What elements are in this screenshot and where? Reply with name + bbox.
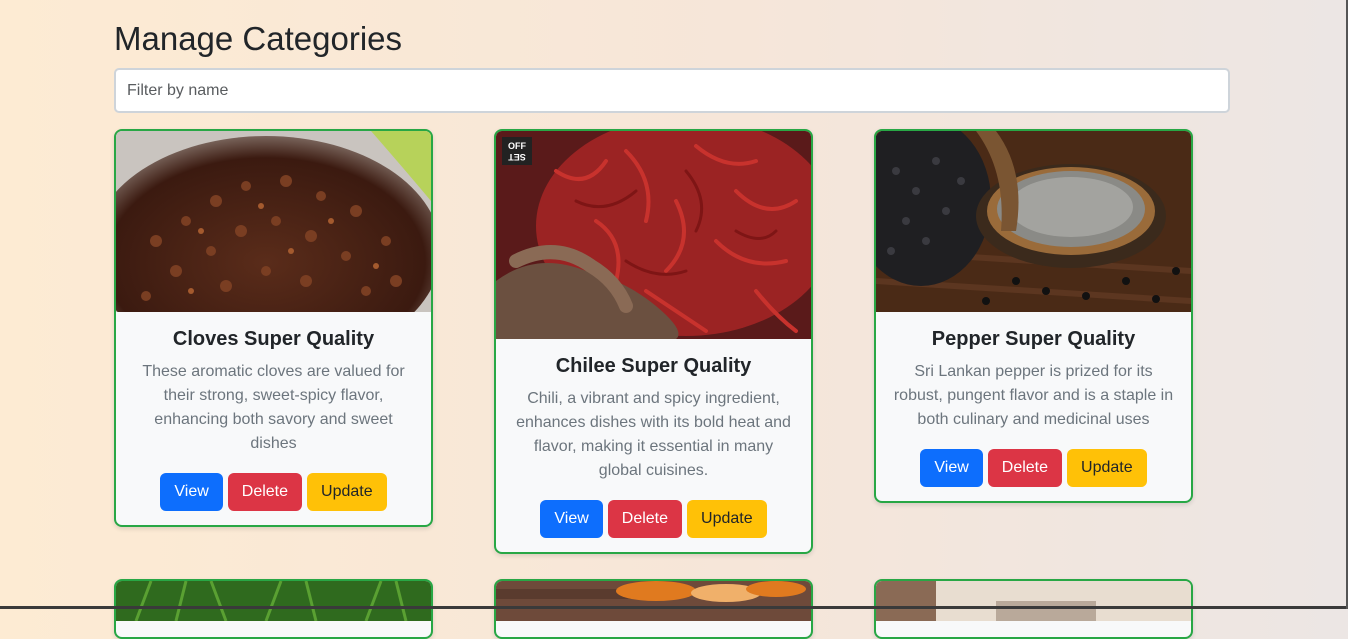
category-card-row2-3 [874, 579, 1193, 639]
delete-button[interactable]: Delete [987, 449, 1063, 487]
category-card-cloves: Cloves Super Quality These aromatic clov… [114, 129, 433, 527]
delete-button[interactable]: Delete [607, 500, 683, 538]
card-actions: View Delete Update [132, 473, 415, 511]
view-button[interactable]: View [160, 473, 223, 511]
svg-text:SET: SET [508, 152, 526, 162]
category-card-chili: OFF SET Chilee Super Quality Chili, a vi… [494, 129, 813, 554]
green-leaves-image [116, 581, 431, 621]
update-button[interactable]: Update [687, 500, 767, 538]
card-description: These aromatic cloves are valued for the… [142, 363, 405, 452]
update-button[interactable]: Update [307, 473, 387, 511]
update-button[interactable]: Update [1067, 449, 1147, 487]
svg-text:OFF: OFF [508, 141, 526, 151]
category-card-pepper: Pepper Super Quality Sri Lankan pepper i… [874, 129, 1193, 503]
card-title: Chilee Super Quality [555, 355, 752, 377]
card-description: Chili, a vibrant and spicy ingredient, e… [516, 390, 791, 479]
spice-jar-image [876, 581, 1191, 621]
card-title: Cloves Super Quality [172, 328, 375, 350]
pepper-image [876, 131, 1191, 312]
category-card-row2-1 [114, 579, 433, 639]
card-actions: View Delete Update [892, 449, 1175, 487]
card-description: Sri Lankan pepper is prized for its robu… [893, 363, 1174, 428]
card-title: Pepper Super Quality [931, 328, 1136, 350]
delete-button[interactable]: Delete [227, 473, 303, 511]
turmeric-image [496, 581, 811, 621]
card-actions: View Delete Update [512, 500, 795, 538]
category-card-row2-2 [494, 579, 813, 639]
filter-input[interactable] [114, 68, 1230, 113]
chili-image: OFF SET [496, 131, 811, 339]
page-title: Manage Categories [114, 20, 403, 57]
view-button[interactable]: View [540, 500, 603, 538]
view-button[interactable]: View [920, 449, 983, 487]
cloves-image [116, 131, 431, 312]
